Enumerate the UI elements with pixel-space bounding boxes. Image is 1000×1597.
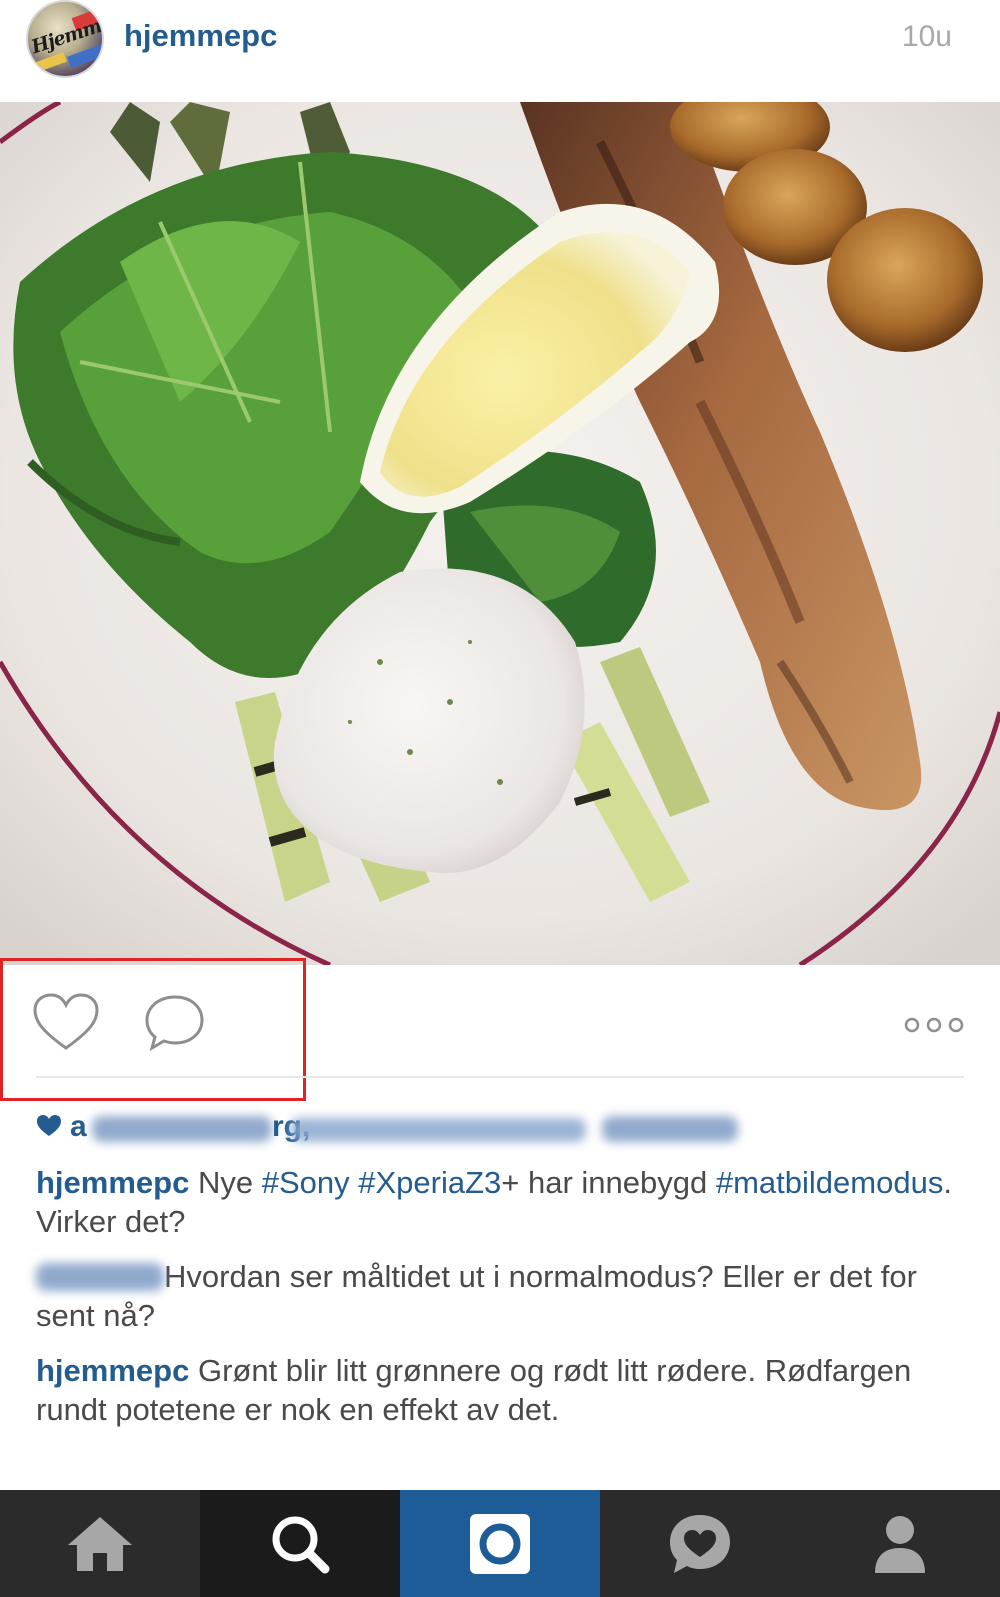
caption-text: Nye bbox=[197, 1165, 262, 1200]
avatar[interactable]: Hjemme bbox=[26, 0, 104, 78]
likers-list[interactable]: a bbox=[70, 1110, 87, 1144]
comment-username[interactable]: hjemmepc bbox=[36, 1165, 189, 1200]
food-photo bbox=[0, 102, 1000, 965]
post-header: Hjemme hjemmepc 10u bbox=[0, 0, 1000, 102]
heart-filled-icon bbox=[37, 1115, 61, 1136]
caption-text: + har innebygd bbox=[501, 1165, 716, 1200]
blurred-liker-name bbox=[290, 1118, 586, 1142]
nav-search[interactable] bbox=[200, 1490, 400, 1597]
avatar-stripe bbox=[67, 43, 102, 69]
profile-icon bbox=[875, 1515, 925, 1573]
speech-bubble-icon bbox=[145, 995, 204, 1052]
post-actions bbox=[0, 965, 1000, 1077]
post-timestamp: 10u bbox=[901, 20, 952, 53]
divider bbox=[36, 1076, 964, 1078]
comment: hjemmepc Grønt blir litt grønnere og rød… bbox=[36, 1351, 964, 1429]
post-username[interactable]: hjemmepc bbox=[124, 18, 277, 54]
like-button[interactable] bbox=[32, 993, 100, 1053]
more-options-button[interactable] bbox=[900, 1013, 968, 1037]
camera-icon bbox=[470, 1513, 530, 1574]
post-photo[interactable] bbox=[0, 102, 1000, 965]
bottom-nav bbox=[0, 1490, 1000, 1597]
home-icon bbox=[68, 1516, 132, 1571]
blurred-liker-name bbox=[602, 1116, 738, 1142]
liker-prefix: a bbox=[70, 1110, 87, 1143]
ellipsis-icon bbox=[904, 1017, 964, 1033]
blurred-comment-username[interactable] bbox=[36, 1263, 164, 1291]
comment-username[interactable]: hjemmepc bbox=[36, 1353, 189, 1388]
nav-camera[interactable] bbox=[400, 1490, 600, 1597]
caption-text bbox=[350, 1165, 359, 1200]
hashtag[interactable]: #Sony bbox=[262, 1165, 350, 1200]
comment: Hvordan ser måltidet ut i normalmodus? E… bbox=[36, 1257, 964, 1335]
hashtag[interactable]: #XperiaZ3 bbox=[358, 1165, 501, 1200]
activity-icon bbox=[670, 1514, 730, 1573]
nav-activity[interactable] bbox=[600, 1490, 800, 1597]
blurred-liker-name bbox=[92, 1116, 272, 1142]
search-icon bbox=[272, 1516, 330, 1573]
caption: hjemmepc Nye #Sony #XperiaZ3+ har inneby… bbox=[36, 1163, 964, 1241]
heart-outline-icon bbox=[33, 993, 99, 1050]
nav-home[interactable] bbox=[0, 1490, 200, 1597]
nav-profile[interactable] bbox=[800, 1490, 1000, 1597]
comment-button[interactable] bbox=[142, 993, 210, 1053]
hashtag[interactable]: #matbildemodus bbox=[716, 1165, 943, 1200]
comment-text: Hvordan ser måltidet ut i normalmodus? E… bbox=[36, 1259, 917, 1333]
